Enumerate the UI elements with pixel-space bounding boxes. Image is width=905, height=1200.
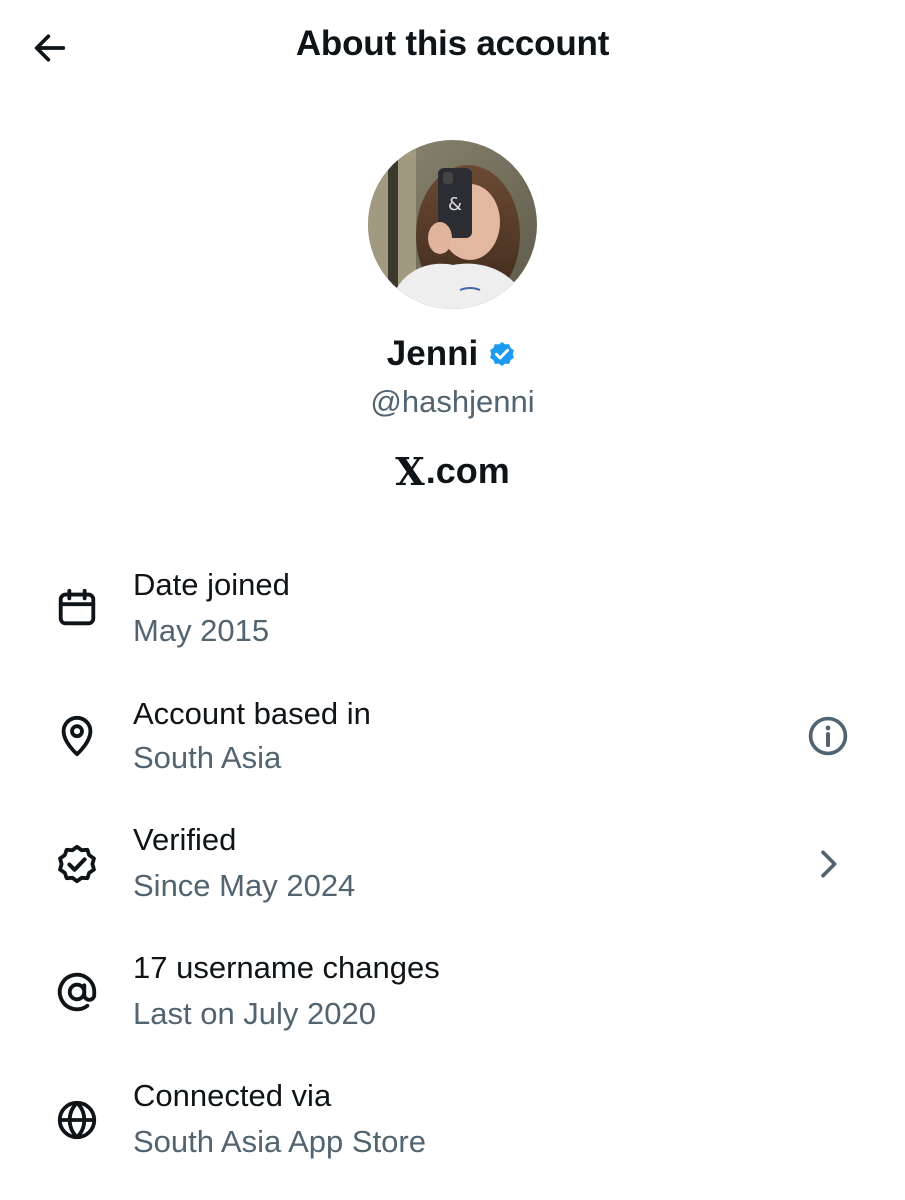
site-domain: .com (425, 449, 510, 491)
profile-name-row: Jenni (0, 334, 905, 374)
verified-details-button[interactable] (800, 836, 856, 892)
row-date-joined: Date joined May 2015 (0, 565, 905, 665)
display-name: Jenni (386, 334, 479, 373)
row-title: Verified (133, 822, 237, 857)
verified-badge-outline-icon (52, 839, 102, 889)
header: About this account (0, 0, 905, 96)
row-subtitle: May 2015 (133, 613, 270, 648)
x-logo-icon: X (395, 449, 425, 494)
row-title: Account based in (133, 696, 371, 731)
row-account-based-in: Account based in South Asia (0, 694, 905, 794)
row-username-changes: 17 username changes Last on July 2020 (0, 950, 905, 1050)
info-icon (808, 716, 848, 756)
row-subtitle: South Asia (133, 740, 282, 775)
site-link[interactable]: X .com (0, 448, 905, 494)
location-pin-icon (52, 711, 102, 761)
info-button[interactable] (800, 708, 856, 764)
row-subtitle: Last on July 2020 (133, 996, 377, 1031)
row-subtitle: South Asia App Store (133, 1124, 426, 1159)
calendar-icon (52, 583, 102, 633)
row-verified[interactable]: Verified Since May 2024 (0, 822, 905, 922)
page-title: About this account (295, 24, 610, 63)
row-title: 17 username changes (133, 950, 440, 985)
row-title: Date joined (133, 567, 290, 602)
globe-icon (52, 1095, 102, 1145)
svg-text:&: & (448, 194, 462, 215)
row-subtitle: Since May 2024 (133, 868, 356, 903)
avatar-photo: & (368, 140, 537, 309)
handle: @hashjenni (370, 384, 535, 419)
row-connected-via: Connected via South Asia App Store (0, 1078, 905, 1178)
verified-badge-icon[interactable] (486, 338, 518, 370)
chevron-right-icon (821, 850, 837, 878)
row-title: Connected via (133, 1078, 332, 1113)
at-sign-icon (52, 967, 102, 1017)
avatar[interactable]: & (368, 140, 537, 309)
